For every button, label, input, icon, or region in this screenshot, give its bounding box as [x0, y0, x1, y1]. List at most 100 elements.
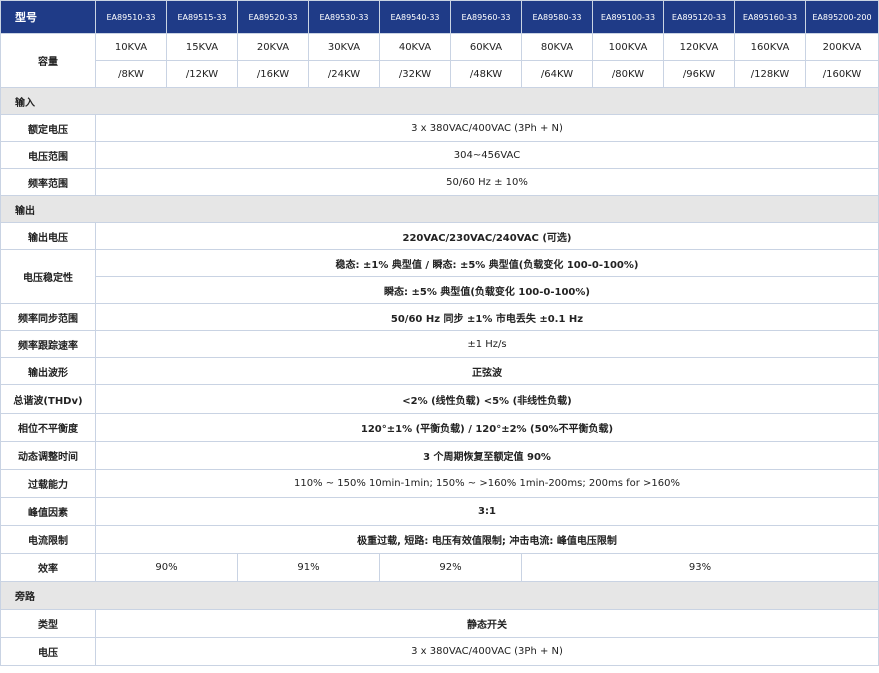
spec-row: 电压稳定性 稳态: ±1% 典型值 / 瞬态: ±5% 典型值(负载变化 100…	[0, 249, 879, 304]
capacity-kw: /128KW	[734, 60, 806, 88]
spec-row: 频率范围 50/60 Hz ± 10%	[0, 168, 879, 196]
spec-row: 电压范围 304~456VAC	[0, 141, 879, 169]
capacity-kw-row: /8KW /12KW /16KW /24KW /32KW /48KW /64KW…	[1, 60, 879, 88]
spec-row: 输出电压 220VAC/230VAC/240VAC (可选)	[0, 222, 879, 250]
frequency-range-label: 频率范围	[0, 168, 96, 196]
spec-row: 输出波形 正弦波	[0, 357, 879, 385]
efficiency-value: 92%	[379, 553, 522, 582]
thd-value: <2% (线性负载) <5% (非线性负载)	[95, 384, 879, 414]
spec-row: 电流限制 极重过载, 短路: 电压有效值限制; 冲击电流: 峰值电压限制	[0, 525, 879, 554]
voltage-stability-transient-value: 瞬态: ±5% 典型值(负载变化 100-0-100%)	[95, 276, 879, 304]
rated-voltage-value: 3 x 380VAC/400VAC (3Ph + N)	[95, 114, 879, 142]
voltage-stability-value: 稳态: ±1% 典型值 / 瞬态: ±5% 典型值(负载变化 100-0-100…	[95, 249, 879, 277]
spec-row: 电压 3 x 380VAC/400VAC (3Ph + N)	[0, 637, 879, 666]
input-section-row: 输入	[0, 87, 879, 115]
phase-unbalance-value: 120°±1% (平衡负载) / 120°±2% (50%不平衡负载)	[95, 413, 879, 442]
spec-row: 总谐波(THDv) <2% (线性负载) <5% (非线性负载)	[0, 384, 879, 414]
overload-value: 110% ~ 150% 10min-1min; 150% ~ >160% 1mi…	[95, 469, 879, 498]
frequency-slew-value: ±1 Hz/s	[95, 330, 879, 358]
output-voltage-label: 输出电压	[0, 222, 96, 250]
capacity-label: 容量	[0, 33, 96, 88]
header-row: 型号 EA89510-33 EA89515-33 EA89520-33 EA89…	[0, 0, 879, 34]
input-section-title: 输入	[0, 87, 879, 115]
capacity-kva: 160KVA	[734, 33, 806, 61]
capacity-kva-row: 容量 10KVA 15KVA 20KVA 30KVA 40KVA 60KVA 8…	[0, 33, 879, 88]
model-name: EA895120-33	[663, 0, 735, 34]
spec-row: 额定电压 3 x 380VAC/400VAC (3Ph + N)	[0, 114, 879, 142]
overload-label: 过载能力	[0, 469, 96, 498]
capacity-kw: /24KW	[308, 60, 380, 88]
capacity-kw: /80KW	[592, 60, 664, 88]
model-header-label: 型号	[0, 0, 96, 34]
spec-row: 频率跟踪速率 ±1 Hz/s	[0, 330, 879, 358]
capacity-kva: 30KVA	[308, 33, 380, 61]
model-name: EA89515-33	[166, 0, 238, 34]
model-name: EA89520-33	[237, 0, 309, 34]
dynamic-value: 3 个周期恢复至额定值 90%	[95, 441, 879, 470]
current-limit-label: 电流限制	[0, 525, 96, 554]
crest-factor-value: 3:1	[95, 497, 879, 526]
capacity-kw: /160KW	[805, 60, 879, 88]
capacity-kw: /12KW	[166, 60, 238, 88]
capacity-kva: 120KVA	[663, 33, 735, 61]
capacity-kva: 60KVA	[450, 33, 522, 61]
model-name: EA895100-33	[592, 0, 664, 34]
model-name: EA895160-33	[734, 0, 806, 34]
capacity-kva: 10KVA	[95, 33, 167, 61]
dynamic-label: 动态调整时间	[0, 441, 96, 470]
spec-row: 瞬态: ±5% 典型值(负载变化 100-0-100%)	[1, 276, 879, 304]
bypass-type-value: 静态开关	[95, 609, 879, 638]
spec-row: 峰值因素 3:1	[0, 497, 879, 526]
waveform-label: 输出波形	[0, 357, 96, 385]
bypass-section-row: 旁路	[0, 581, 879, 610]
frequency-slew-label: 频率跟踪速率	[0, 330, 96, 358]
bypass-section-title: 旁路	[0, 581, 879, 610]
efficiency-value: 91%	[237, 553, 380, 582]
capacity-kw: /64KW	[521, 60, 593, 88]
capacity-kva: 100KVA	[592, 33, 664, 61]
capacity-kva: 15KVA	[166, 33, 238, 61]
output-voltage-value: 220VAC/230VAC/240VAC (可选)	[95, 222, 879, 250]
spec-row: 过载能力 110% ~ 150% 10min-1min; 150% ~ >160…	[0, 469, 879, 498]
model-name: EA89580-33	[521, 0, 593, 34]
spec-row: 相位不平衡度 120°±1% (平衡负载) / 120°±2% (50%不平衡负…	[0, 413, 879, 442]
efficiency-value: 90%	[95, 553, 238, 582]
spec-row: 频率同步范围 50/60 Hz 同步 ±1% 市电丢失 ±0.1 Hz	[0, 303, 879, 331]
efficiency-row: 效率 90% 91% 92% 93%	[0, 553, 879, 582]
capacity-kw: /32KW	[379, 60, 451, 88]
capacity-kw: /8KW	[95, 60, 167, 88]
frequency-sync-label: 频率同步范围	[0, 303, 96, 331]
spec-row: 动态调整时间 3 个周期恢复至额定值 90%	[0, 441, 879, 470]
thd-label: 总谐波(THDv)	[0, 384, 96, 414]
model-name: EA89530-33	[308, 0, 380, 34]
frequency-sync-value: 50/60 Hz 同步 ±1% 市电丢失 ±0.1 Hz	[95, 303, 879, 331]
current-limit-value: 极重过载, 短路: 电压有效值限制; 冲击电流: 峰值电压限制	[95, 525, 879, 554]
capacity-kva: 200KVA	[805, 33, 879, 61]
output-section-row: 输出	[0, 195, 879, 223]
voltage-range-label: 电压范围	[0, 141, 96, 169]
capacity-kva: 80KVA	[521, 33, 593, 61]
model-name: EA89510-33	[95, 0, 167, 34]
spec-table: 型号 EA89510-33 EA89515-33 EA89520-33 EA89…	[0, 0, 879, 666]
bypass-voltage-value: 3 x 380VAC/400VAC (3Ph + N)	[95, 637, 879, 666]
bypass-type-label: 类型	[0, 609, 96, 638]
capacity-kw: /48KW	[450, 60, 522, 88]
output-section-title: 输出	[0, 195, 879, 223]
voltage-range-value: 304~456VAC	[95, 141, 879, 169]
capacity-kw: /16KW	[237, 60, 309, 88]
spec-row: 类型 静态开关	[0, 609, 879, 638]
bypass-voltage-label: 电压	[0, 637, 96, 666]
model-name: EA89540-33	[379, 0, 451, 34]
crest-factor-label: 峰值因素	[0, 497, 96, 526]
efficiency-label: 效率	[0, 553, 96, 582]
phase-unbalance-label: 相位不平衡度	[0, 413, 96, 442]
voltage-stability-label: 电压稳定性	[0, 249, 96, 304]
model-name: EA89560-33	[450, 0, 522, 34]
capacity-kva: 40KVA	[379, 33, 451, 61]
waveform-value: 正弦波	[95, 357, 879, 385]
rated-voltage-label: 额定电压	[0, 114, 96, 142]
capacity-kw: /96KW	[663, 60, 735, 88]
frequency-range-value: 50/60 Hz ± 10%	[95, 168, 879, 196]
efficiency-value: 93%	[521, 553, 879, 582]
model-name: EA895200-200	[805, 0, 879, 34]
